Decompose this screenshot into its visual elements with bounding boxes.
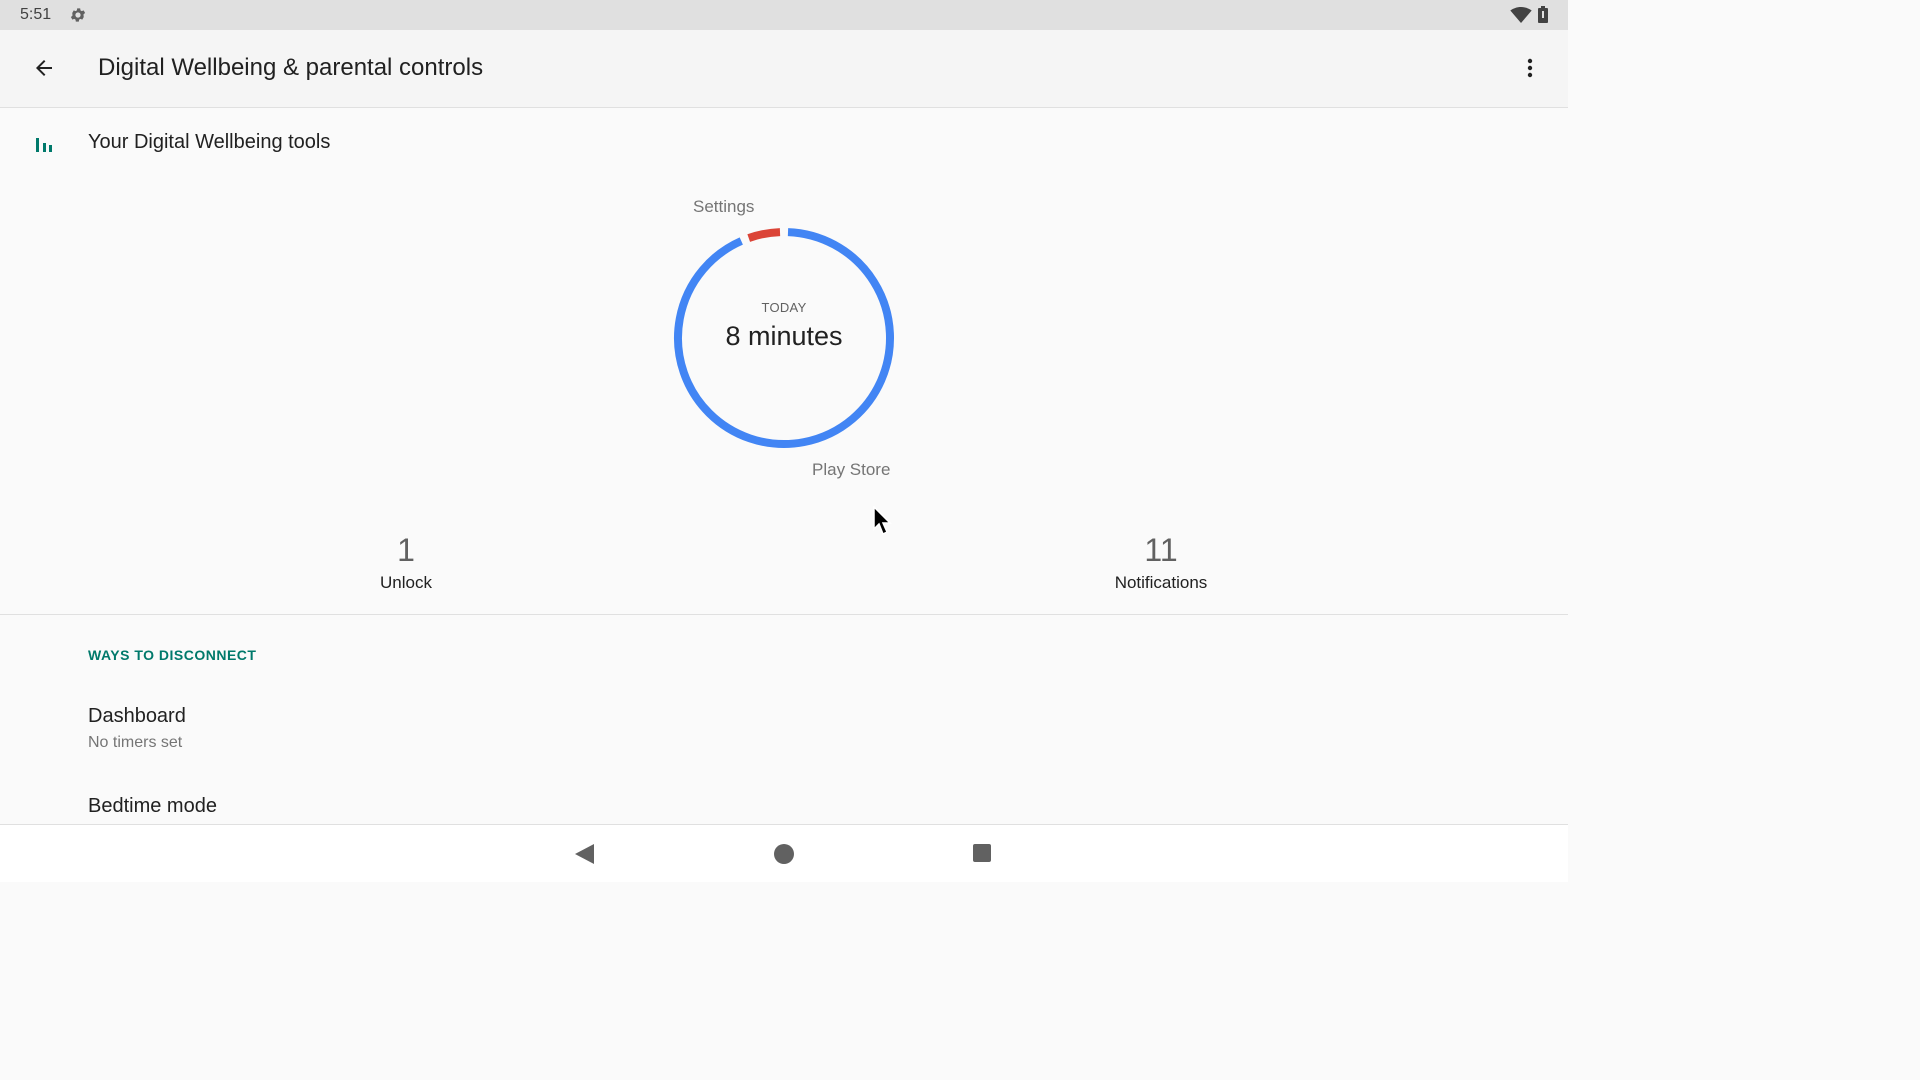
bar-chart-icon [36,138,52,152]
bedtime-mode-item[interactable]: Bedtime mode [88,795,217,818]
nav-back-icon[interactable] [572,842,596,866]
bedtime-mode-title: Bedtime mode [88,795,217,817]
notifications-label: Notifications [1114,573,1208,592]
navigation-bar [0,824,1568,882]
wifi-icon [1510,7,1532,23]
donut-slice-settings[interactable] [747,228,781,242]
status-bar: 5:51 [0,0,1568,30]
nav-home-icon[interactable] [774,844,794,864]
section-header: WAYS TO DISCONNECT [88,647,257,663]
app-bar: Digital Wellbeing & parental controls [0,30,1568,108]
wellbeing-tools-row[interactable]: Your Digital Wellbeing tools [0,110,1568,174]
back-button[interactable] [24,48,64,88]
dashboard-subtitle: No timers set [88,734,183,751]
today-label: TODAY [761,300,807,315]
dashboard-item[interactable]: Dashboard No timers set [88,705,186,752]
slice-label-play-store: Play Store [812,460,891,479]
usage-chart[interactable]: Settings TODAY 8 minutes Play Store [0,180,1568,500]
arrow-back-icon [36,60,52,76]
more-vert-icon [1527,58,1533,78]
page-title: Digital Wellbeing & parental controls [98,54,484,81]
notifications-value: 11 [1144,532,1178,568]
divider [0,614,1568,615]
slice-label-settings: Settings [693,197,755,216]
wellbeing-tools-label: Your Digital Wellbeing tools [88,131,331,153]
unlocks-value: 1 [397,532,415,568]
notifications-stat[interactable]: 11 Notifications [1061,532,1261,593]
total-time: 8 minutes [725,321,843,351]
unlocks-label: Unlock [380,573,432,592]
dashboard-title: Dashboard [88,705,186,727]
more-options-button[interactable] [1512,48,1548,88]
unlocks-stat[interactable]: 1 Unlock [306,532,506,593]
status-time: 5:51 [20,6,52,23]
nav-recents-icon[interactable] [973,844,991,862]
mouse-cursor-icon [873,506,892,536]
settings-gear-icon [70,8,86,22]
battery-icon [1538,6,1548,23]
